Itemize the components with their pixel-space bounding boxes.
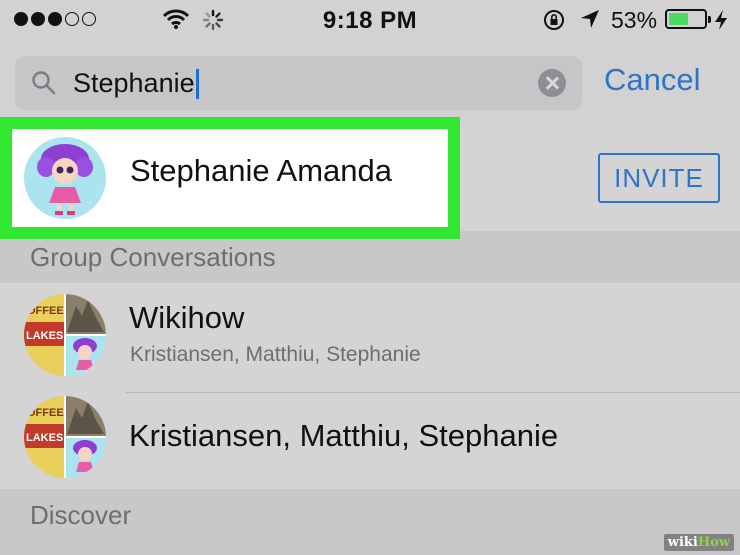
contact-avatar <box>24 137 106 219</box>
location-arrow-icon <box>581 10 599 28</box>
invite-button[interactable]: INVITE <box>598 153 720 203</box>
group-avatar: OFFEE LAKES! <box>24 294 106 376</box>
search-query: Stephanie <box>73 68 199 99</box>
svg-text:OFFEE: OFFEE <box>27 305 64 317</box>
group-title: Wikihow <box>129 300 245 335</box>
search-bar-area: Stephanie Cancel <box>0 40 740 126</box>
search-icon <box>32 71 56 95</box>
contact-name: Stephanie Amanda <box>130 153 392 188</box>
group-members: Kristiansen, Matthiu, Stephanie <box>130 343 421 366</box>
highlighted-contact[interactable]: Stephanie Amanda <box>0 117 460 239</box>
list-item[interactable]: OFFEE LAKES! Wikihow Kristiansen, Matthi… <box>0 283 740 393</box>
charging-bolt-icon <box>715 10 727 30</box>
svg-text:OFFEE: OFFEE <box>27 407 64 419</box>
svg-text:LAKES!: LAKES! <box>26 330 67 342</box>
svg-text:LAKES!: LAKES! <box>26 432 67 444</box>
battery-percent: 53% <box>611 7 658 33</box>
rotation-lock-icon <box>544 10 564 30</box>
section-header-discover: Discover <box>0 489 740 555</box>
cancel-button[interactable]: Cancel <box>604 62 701 98</box>
text-caret <box>195 68 199 99</box>
status-bar: 9:18 PM 53% <box>0 0 740 40</box>
watermark-logo: wikiHow <box>663 534 734 551</box>
group-avatar: OFFEE LAKES! <box>24 396 106 478</box>
list-item[interactable]: OFFEE LAKES! Kristiansen, Matthiu, Steph… <box>0 393 740 489</box>
battery-icon <box>665 9 711 29</box>
group-title: Kristiansen, Matthiu, Stephanie <box>129 418 559 453</box>
search-input[interactable]: Stephanie <box>15 56 582 110</box>
clear-search-icon[interactable] <box>538 69 566 97</box>
